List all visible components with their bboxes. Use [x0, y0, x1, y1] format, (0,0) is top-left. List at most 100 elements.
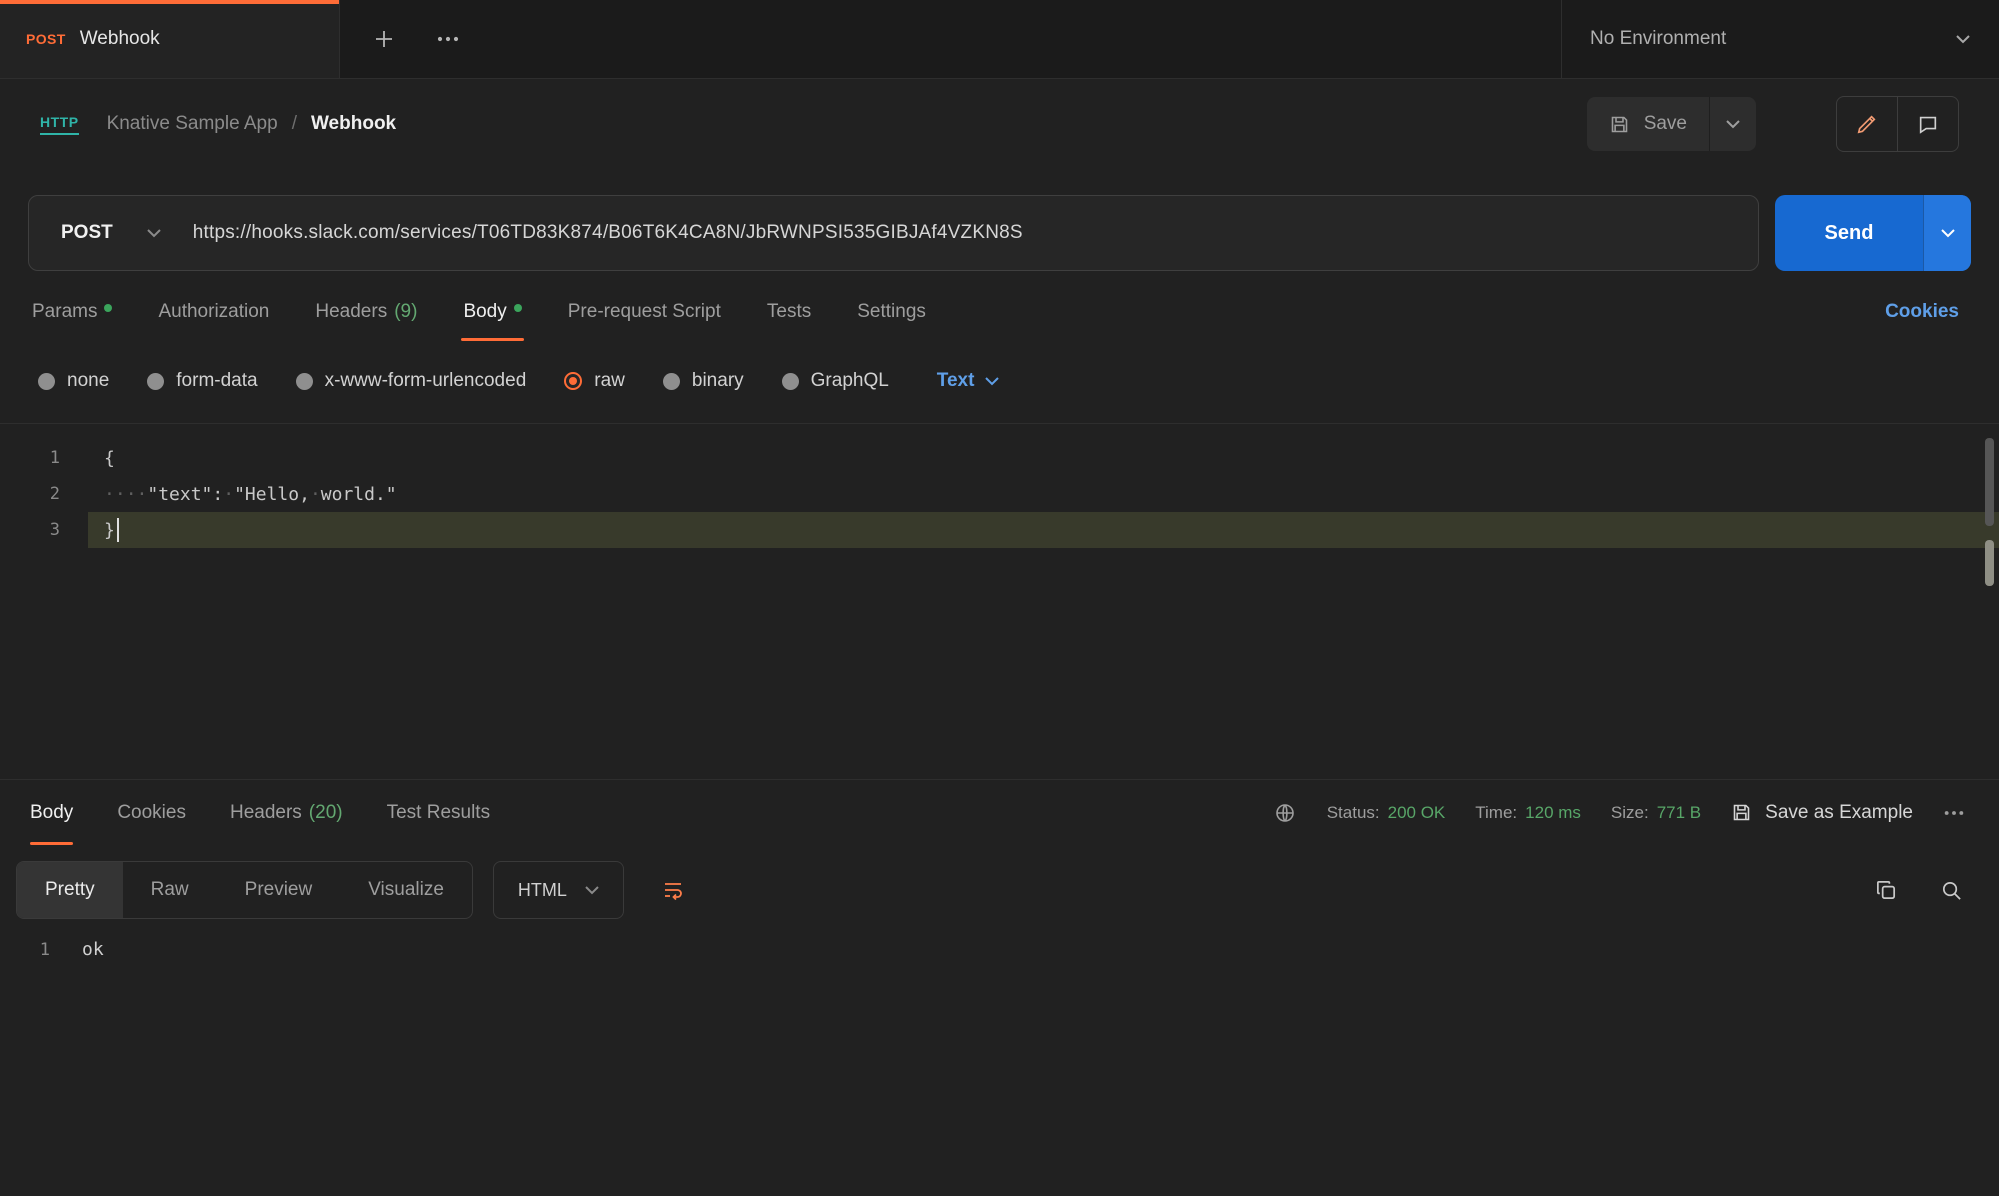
response-text: ok — [82, 939, 104, 960]
response-tab-headers[interactable]: Headers (20) — [230, 780, 343, 845]
tab-label: Authorization — [158, 301, 269, 323]
tab-title: Webhook — [80, 28, 160, 50]
save-button[interactable]: Save — [1587, 97, 1709, 151]
tab-body[interactable]: Body — [461, 301, 523, 341]
search-response-button[interactable] — [1940, 879, 1963, 902]
pencil-icon — [1856, 113, 1878, 135]
body-type-urlencoded[interactable]: x-www-form-urlencoded — [296, 370, 527, 392]
view-mode-pretty[interactable]: Pretty — [17, 862, 123, 918]
view-mode-preview[interactable]: Preview — [217, 862, 341, 918]
view-mode-visualize[interactable]: Visualize — [340, 862, 472, 918]
editor-line[interactable]: 1 { — [0, 440, 1999, 476]
response-tab-cookies[interactable]: Cookies — [117, 780, 186, 845]
response-tab-test-results[interactable]: Test Results — [387, 780, 490, 845]
header-tool-group — [1836, 96, 1959, 152]
send-button[interactable]: Send — [1775, 195, 1923, 271]
tab-label: Test Results — [387, 802, 490, 824]
response-meta: Status: 200 OK Time: 120 ms Size: 771 B … — [1273, 780, 1965, 845]
environment-selector[interactable]: No Environment — [1561, 0, 1999, 78]
comment-button[interactable] — [1898, 97, 1958, 151]
globe-icon[interactable] — [1273, 801, 1297, 825]
new-tab-button[interactable] — [372, 27, 396, 51]
body-type-none[interactable]: none — [38, 370, 109, 392]
response-body[interactable]: 1 ok — [0, 939, 1999, 960]
plus-icon — [372, 27, 396, 51]
radio-label: raw — [594, 370, 625, 392]
request-tab-webhook[interactable]: POST Webhook — [0, 0, 340, 78]
tab-params[interactable]: Params — [30, 301, 114, 341]
headers-count: (9) — [394, 301, 417, 323]
response-toolbar: Pretty Raw Preview Visualize HTML — [16, 861, 1963, 919]
tab-headers[interactable]: Headers (9) — [313, 301, 419, 341]
wrap-text-icon — [661, 878, 685, 902]
tab-settings[interactable]: Settings — [855, 301, 928, 341]
body-type-raw[interactable]: raw — [564, 370, 625, 392]
method-label: POST — [61, 222, 113, 244]
tab-tests[interactable]: Tests — [765, 301, 813, 341]
request-tabs: Params Authorization Headers (9) Body Pr… — [30, 301, 1999, 341]
response-toolbar-right — [1875, 879, 1963, 902]
url-row: POST https://hooks.slack.com/services/T0… — [28, 195, 1971, 271]
tab-label: Pre-request Script — [568, 301, 721, 323]
radio-label: x-www-form-urlencoded — [325, 370, 527, 392]
breadcrumb-collection[interactable]: Knative Sample App — [107, 113, 278, 135]
chevron-down-icon — [1955, 34, 1971, 44]
tab-label: Cookies — [117, 802, 186, 824]
response-options-button[interactable] — [1943, 809, 1965, 817]
editor-line-active[interactable]: 3 } — [0, 512, 1999, 548]
search-icon — [1940, 879, 1963, 902]
floppy-icon — [1731, 802, 1752, 823]
postman-app: { "tabbar": { "active_tab": { "method": … — [0, 0, 1999, 1196]
tab-label: Params — [32, 301, 97, 323]
environment-label: No Environment — [1590, 28, 1726, 50]
radio-label: GraphQL — [811, 370, 889, 392]
response-tab-body[interactable]: Body — [30, 780, 73, 845]
code-text: { — [104, 448, 115, 469]
tab-method-badge: POST — [26, 31, 66, 47]
radio-label: form-data — [176, 370, 257, 392]
comment-icon — [1917, 113, 1939, 135]
view-mode-raw[interactable]: Raw — [123, 862, 217, 918]
code-text: } — [104, 520, 115, 541]
save-options-button[interactable] — [1710, 97, 1756, 151]
save-as-example-button[interactable]: Save as Example — [1731, 802, 1913, 824]
params-dot — [104, 304, 112, 312]
breadcrumb-request-name[interactable]: Webhook — [311, 113, 396, 135]
response-format-selector[interactable]: HTML — [493, 861, 624, 919]
tab-pre-request-script[interactable]: Pre-request Script — [566, 301, 723, 341]
radio-icon — [147, 373, 164, 390]
tab-label: Settings — [857, 301, 926, 323]
method-selector[interactable]: POST — [29, 222, 193, 244]
copy-response-button[interactable] — [1875, 879, 1898, 902]
tab-label: Body — [30, 802, 73, 824]
wrap-lines-button[interactable] — [644, 861, 702, 919]
send-options-button[interactable] — [1923, 195, 1971, 271]
chevron-down-icon — [585, 886, 599, 895]
body-type-binary[interactable]: binary — [663, 370, 744, 392]
time-value: 120 ms — [1525, 803, 1581, 823]
url-input[interactable]: https://hooks.slack.com/services/T06TD83… — [193, 222, 1023, 244]
tab-authorization[interactable]: Authorization — [156, 301, 271, 341]
text-cursor — [117, 518, 119, 542]
tab-label: Tests — [767, 301, 811, 323]
radio-icon — [782, 373, 799, 390]
tab-options-button[interactable] — [436, 35, 460, 43]
format-label: HTML — [518, 880, 567, 901]
editor-scrollbar-thumb[interactable] — [1985, 438, 1994, 526]
chevron-down-icon — [985, 377, 999, 386]
cookies-link[interactable]: Cookies — [1885, 301, 1959, 341]
body-type-graphql[interactable]: GraphQL — [782, 370, 889, 392]
editor-line[interactable]: 2 ····"text":·"Hello,·world." — [0, 476, 1999, 512]
body-dot — [514, 304, 522, 312]
save-as-example-label: Save as Example — [1765, 802, 1913, 824]
editor-scrollbar-mark[interactable] — [1985, 540, 1994, 586]
language-label: Text — [937, 370, 975, 392]
body-type-form-data[interactable]: form-data — [147, 370, 257, 392]
ellipsis-icon — [436, 35, 460, 43]
line-number: 1 — [0, 440, 88, 476]
radio-label: binary — [692, 370, 744, 392]
request-body-editor[interactable]: 1 { 2 ····"text":·"Hello,·world." 3 } — [0, 423, 1999, 779]
tab-label: Headers — [315, 301, 387, 323]
edit-request-button[interactable] — [1837, 97, 1897, 151]
raw-language-selector[interactable]: Text — [937, 370, 1000, 392]
